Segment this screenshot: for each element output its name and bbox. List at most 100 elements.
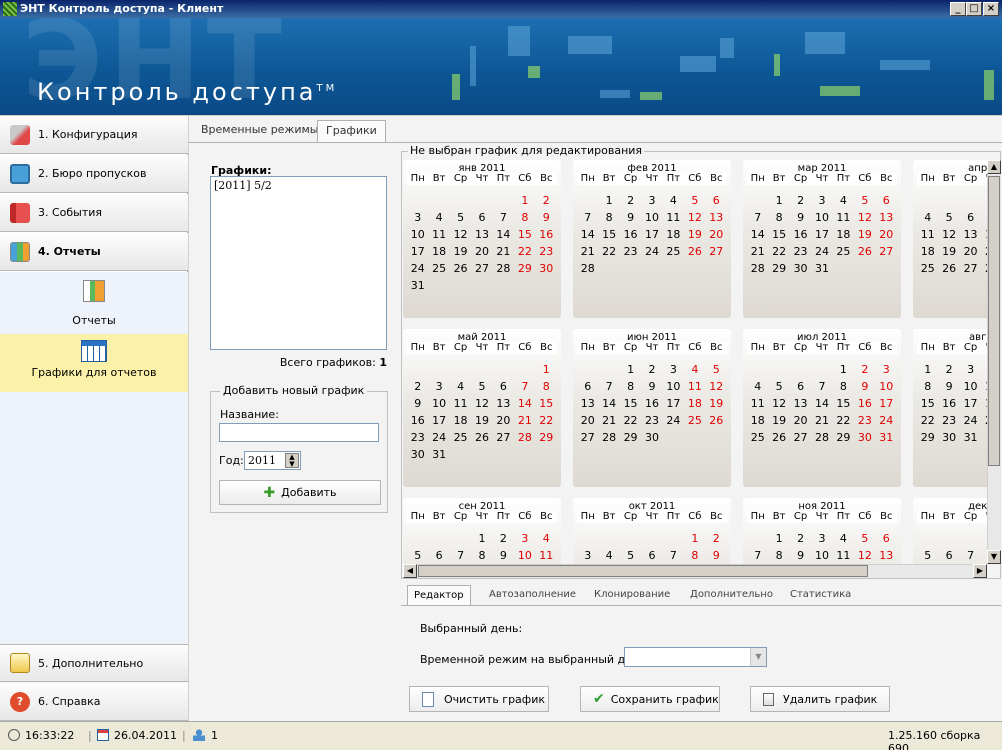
day-cell[interactable]: 10 xyxy=(960,378,981,395)
day-cell[interactable]: 11 xyxy=(917,226,938,243)
day-cell[interactable]: 23 xyxy=(536,243,557,260)
day-cell[interactable]: 30 xyxy=(407,446,428,463)
day-cell[interactable]: 19 xyxy=(471,412,492,429)
submenu-item-report-schedules[interactable]: Графики для отчетов xyxy=(0,334,188,392)
day-cell[interactable]: 16 xyxy=(620,226,641,243)
day-cell[interactable]: 1 xyxy=(620,361,641,378)
day-cell[interactable]: 19 xyxy=(706,395,727,412)
day-cell[interactable]: 1 xyxy=(768,530,789,547)
day-cell[interactable]: 24 xyxy=(811,243,832,260)
day-cell[interactable]: 27 xyxy=(876,243,897,260)
day-cell[interactable]: 9 xyxy=(620,209,641,226)
day-cell[interactable]: 31 xyxy=(876,429,897,446)
day-cell[interactable]: 5 xyxy=(854,530,875,547)
day-cell[interactable]: 31 xyxy=(960,429,981,446)
day-cell[interactable]: 3 xyxy=(811,192,832,209)
day-cell[interactable]: 6 xyxy=(493,378,514,395)
day-cell[interactable]: 8 xyxy=(768,547,789,564)
day-cell[interactable]: 8 xyxy=(684,547,705,564)
day-cell[interactable]: 5 xyxy=(706,361,727,378)
nav-pass-bureau[interactable]: 2. Бюро пропусков xyxy=(0,155,188,193)
day-cell[interactable]: 16 xyxy=(790,226,811,243)
day-cell[interactable]: 9 xyxy=(407,395,428,412)
tab-statistics[interactable]: Статистика xyxy=(790,585,851,605)
day-cell[interactable]: 1 xyxy=(471,530,492,547)
day-cell[interactable]: 17 xyxy=(811,226,832,243)
day-cell[interactable]: 30 xyxy=(790,260,811,277)
day-cell[interactable]: 21 xyxy=(598,412,619,429)
day-cell[interactable]: 23 xyxy=(854,412,875,429)
day-cell[interactable]: 12 xyxy=(938,226,959,243)
day-cell[interactable]: 6 xyxy=(960,209,981,226)
day-cell[interactable]: 24 xyxy=(407,260,428,277)
day-cell[interactable]: 16 xyxy=(407,412,428,429)
day-cell[interactable]: 29 xyxy=(917,429,938,446)
day-cell[interactable]: 5 xyxy=(407,547,428,564)
day-cell[interactable]: 30 xyxy=(641,429,662,446)
day-cell[interactable]: 24 xyxy=(641,243,662,260)
day-cell[interactable]: 20 xyxy=(960,243,981,260)
day-cell[interactable]: 11 xyxy=(663,209,684,226)
tab-additional[interactable]: Дополнительно xyxy=(690,585,773,605)
day-cell[interactable]: 13 xyxy=(790,395,811,412)
maximize-button[interactable]: □ xyxy=(966,2,982,16)
day-cell[interactable]: 6 xyxy=(641,547,662,564)
day-cell[interactable]: 14 xyxy=(493,226,514,243)
calendar-viewport[interactable]: янв 2011 Пн Вт Ср Чт Пт Сб Вс 1 2 3 4 5 6 7 8 9 10 11 12 13 1… xyxy=(403,160,987,564)
day-cell[interactable]: 4 xyxy=(833,192,854,209)
tab-autofill[interactable]: Автозаполнение xyxy=(489,585,576,605)
day-cell[interactable]: 8 xyxy=(768,209,789,226)
day-cell[interactable]: 26 xyxy=(854,243,875,260)
day-cell[interactable]: 13 xyxy=(493,395,514,412)
day-cell[interactable]: 23 xyxy=(938,412,959,429)
day-cell[interactable]: 28 xyxy=(811,429,832,446)
day-cell[interactable]: 11 xyxy=(833,209,854,226)
day-cell[interactable]: 26 xyxy=(706,412,727,429)
day-cell[interactable]: 24 xyxy=(663,412,684,429)
day-cell[interactable]: 20 xyxy=(706,226,727,243)
day-cell[interactable]: 11 xyxy=(747,395,768,412)
day-cell[interactable]: 26 xyxy=(450,260,471,277)
day-cell[interactable]: 3 xyxy=(876,361,897,378)
close-button[interactable]: × xyxy=(983,2,999,16)
day-cell[interactable]: 23 xyxy=(620,243,641,260)
day-cell[interactable]: 4 xyxy=(833,530,854,547)
day-cell[interactable]: 2 xyxy=(536,192,557,209)
nav-help[interactable]: ? 6. Справка xyxy=(0,683,188,721)
day-cell[interactable]: 5 xyxy=(620,547,641,564)
day-cell[interactable]: 25 xyxy=(747,429,768,446)
schedules-list[interactable]: [2011] 5/2 xyxy=(210,176,387,350)
day-cell[interactable]: 1 xyxy=(598,192,619,209)
day-cell[interactable]: 10 xyxy=(514,547,535,564)
day-cell[interactable]: 17 xyxy=(641,226,662,243)
day-cell[interactable]: 29 xyxy=(536,429,557,446)
time-mode-select[interactable] xyxy=(624,647,767,667)
day-cell[interactable]: 31 xyxy=(428,446,449,463)
day-cell[interactable]: 5 xyxy=(854,192,875,209)
day-cell[interactable]: 14 xyxy=(747,226,768,243)
window-titlebar[interactable]: ЭНТ Контроль доступа - Клиент xyxy=(0,0,1002,18)
day-cell[interactable]: 5 xyxy=(938,209,959,226)
day-cell[interactable]: 24 xyxy=(960,412,981,429)
day-cell[interactable]: 18 xyxy=(663,226,684,243)
day-cell[interactable]: 23 xyxy=(641,412,662,429)
day-cell[interactable]: 1 xyxy=(768,192,789,209)
day-cell[interactable]: 22 xyxy=(514,243,535,260)
day-cell[interactable]: 17 xyxy=(663,395,684,412)
day-cell[interactable]: 14 xyxy=(577,226,598,243)
day-cell[interactable]: 30 xyxy=(536,260,557,277)
day-cell[interactable]: 15 xyxy=(917,395,938,412)
day-cell[interactable]: 26 xyxy=(684,243,705,260)
day-cell[interactable]: 22 xyxy=(917,412,938,429)
day-cell[interactable]: 6 xyxy=(577,378,598,395)
day-cell[interactable]: 19 xyxy=(684,226,705,243)
day-cell[interactable]: 24 xyxy=(428,429,449,446)
day-cell[interactable]: 16 xyxy=(641,395,662,412)
day-cell[interactable]: 25 xyxy=(917,260,938,277)
nav-additional[interactable]: 5. Дополнительно xyxy=(0,644,188,682)
day-cell[interactable]: 20 xyxy=(577,412,598,429)
scroll-down-button[interactable]: ▼ xyxy=(987,550,1001,564)
day-cell[interactable]: 2 xyxy=(790,192,811,209)
day-cell[interactable]: 14 xyxy=(598,395,619,412)
day-cell[interactable]: 3 xyxy=(663,361,684,378)
